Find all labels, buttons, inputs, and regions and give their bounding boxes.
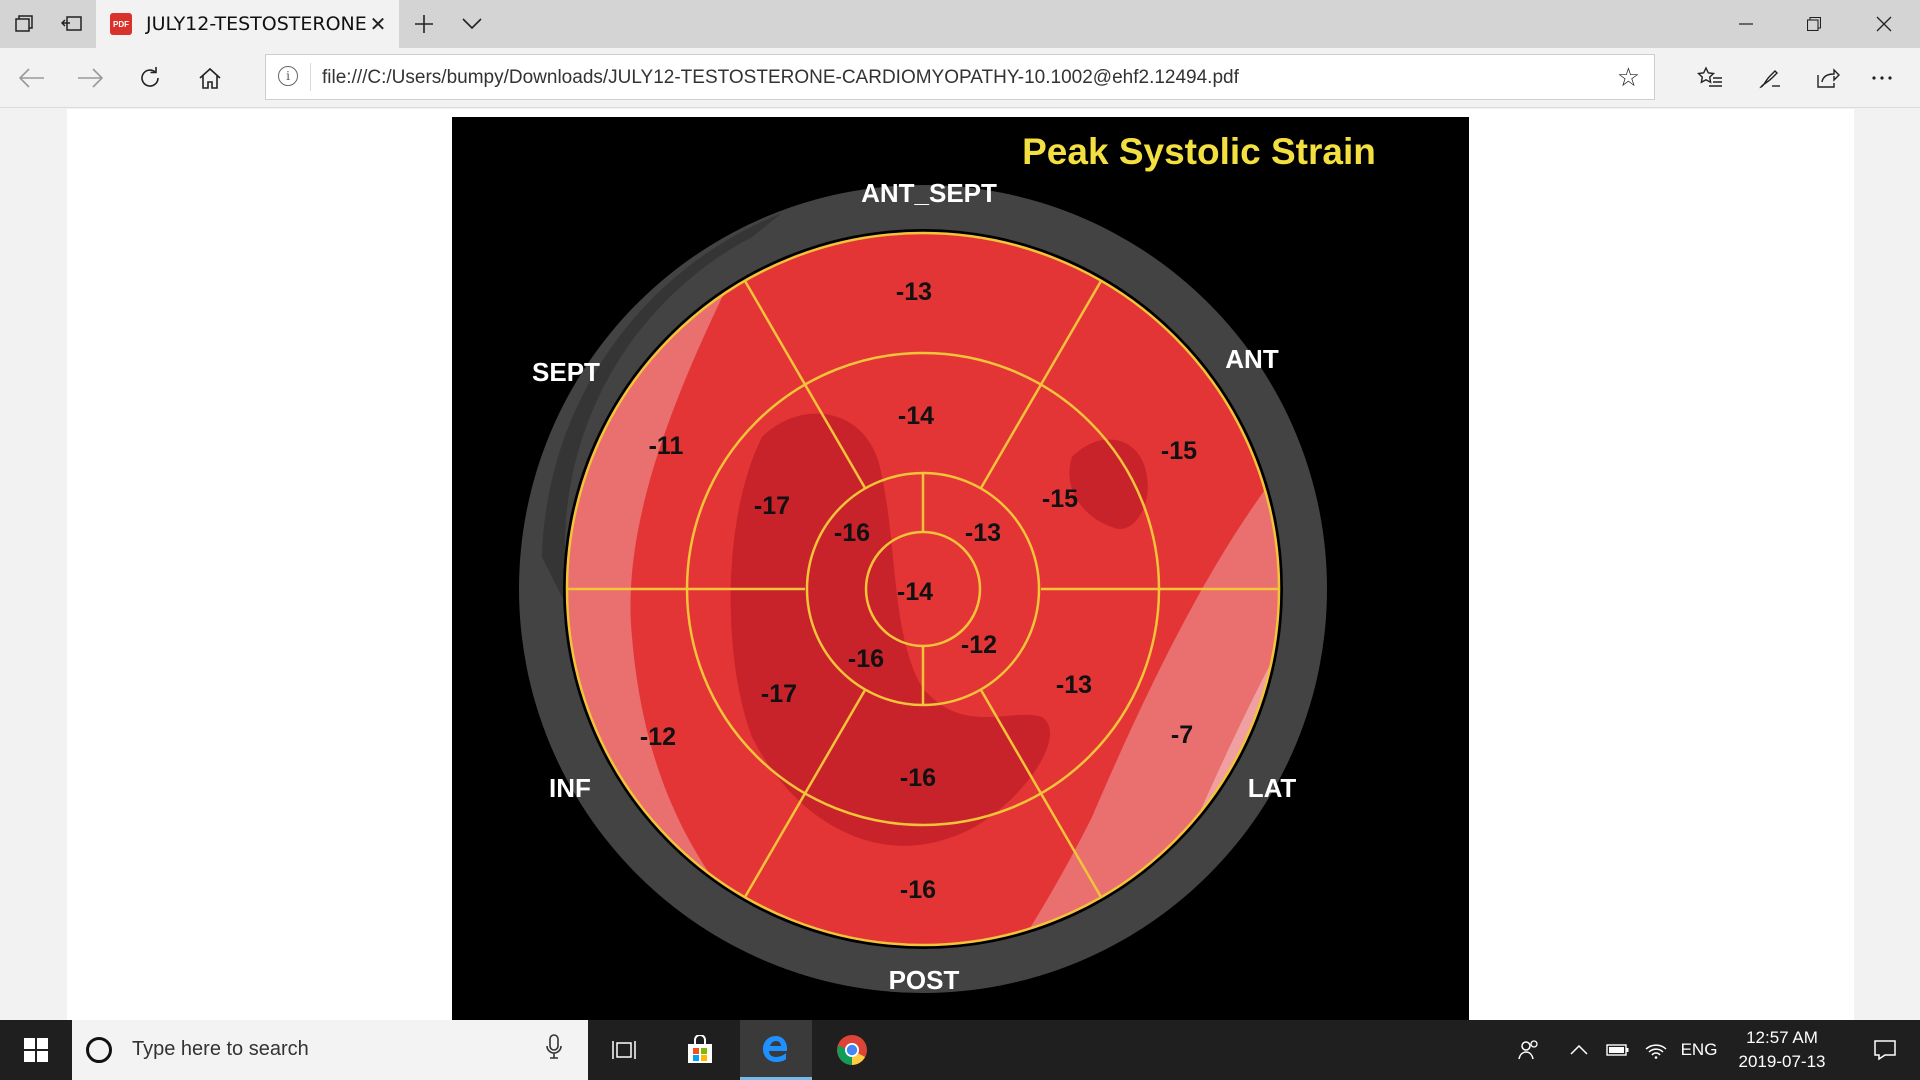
taskbar: Type here to search ENG 12:57 AM 2019-07… xyxy=(0,1020,1920,1080)
battery-icon[interactable] xyxy=(1600,1020,1636,1080)
tab-close-icon[interactable]: ✕ xyxy=(358,0,398,48)
tab-preview-chevron-down-icon[interactable] xyxy=(448,0,496,48)
value-mid-ant-sept: -14 xyxy=(898,402,934,430)
navigation-toolbar: i file:///C:/Users/bumpy/Downloads/JULY1… xyxy=(0,48,1920,108)
task-view-icon[interactable] xyxy=(588,1020,660,1080)
title-bar: PDF JULY12-TESTOSTERONE ✕ xyxy=(0,0,1920,48)
microphone-icon[interactable] xyxy=(546,1034,562,1066)
value-basal-ant-sept: -13 xyxy=(896,278,932,306)
add-notes-pen-icon[interactable] xyxy=(1746,54,1794,102)
home-icon[interactable] xyxy=(186,54,234,102)
figure-title: Peak Systolic Strain xyxy=(1022,131,1376,172)
address-separator xyxy=(310,63,311,91)
clock-time: 12:57 AM xyxy=(1746,1028,1818,1047)
value-mid-inf: -17 xyxy=(761,680,797,708)
wifi-icon[interactable] xyxy=(1638,1020,1674,1080)
more-ellipsis-icon[interactable] xyxy=(1858,54,1906,102)
label-post: POST xyxy=(889,965,960,995)
microsoft-store-icon[interactable] xyxy=(664,1020,736,1080)
windows-start-button[interactable] xyxy=(0,1020,72,1080)
new-tab-icon[interactable] xyxy=(400,0,448,48)
tab-actions-icon[interactable] xyxy=(0,0,48,48)
value-apex: -14 xyxy=(897,578,933,606)
set-tabs-aside-icon[interactable] xyxy=(48,0,96,48)
value-apical-inf: -16 xyxy=(848,645,884,673)
tab-title: JULY12-TESTOSTERONE xyxy=(146,13,367,35)
value-apical-lat: -12 xyxy=(961,631,997,659)
value-basal-inf: -12 xyxy=(640,723,676,751)
show-hidden-icons-chevron-up-icon[interactable] xyxy=(1562,1020,1596,1080)
label-ant-sept: ANT_SEPT xyxy=(861,178,997,208)
site-info-icon[interactable]: i xyxy=(278,66,298,86)
value-apical-sept: -16 xyxy=(834,519,870,547)
share-icon[interactable] xyxy=(1804,54,1852,102)
minimize-icon[interactable] xyxy=(1712,0,1780,48)
bullseye-figure: Peak Systolic Strain ANT_SEPT ANT LAT PO… xyxy=(452,117,1469,1020)
refresh-icon[interactable] xyxy=(126,54,174,102)
back-arrow-icon[interactable] xyxy=(8,54,56,102)
edge-browser-icon[interactable] xyxy=(740,1020,812,1080)
label-lat: LAT xyxy=(1248,773,1297,803)
pdf-icon: PDF xyxy=(110,13,132,35)
value-basal-post: -16 xyxy=(900,876,936,904)
value-mid-lat: -13 xyxy=(1056,671,1092,699)
chrome-icon[interactable] xyxy=(816,1020,888,1080)
bullseye-plot: Peak Systolic Strain ANT_SEPT ANT LAT PO… xyxy=(519,131,1376,995)
value-basal-lat: -7 xyxy=(1171,721,1193,749)
label-inf: INF xyxy=(549,773,591,803)
search-placeholder: Type here to search xyxy=(132,1038,309,1060)
label-ant: ANT xyxy=(1225,344,1279,374)
restore-icon[interactable] xyxy=(1780,0,1848,48)
favorite-star-icon[interactable]: ☆ xyxy=(1617,62,1640,93)
action-center-icon[interactable] xyxy=(1850,1020,1920,1080)
windows-logo-icon xyxy=(24,1038,48,1062)
input-language[interactable]: ENG xyxy=(1676,1020,1722,1080)
value-mid-ant: -15 xyxy=(1042,485,1078,513)
value-mid-post: -16 xyxy=(900,764,936,792)
close-window-icon[interactable] xyxy=(1850,0,1918,48)
value-basal-ant: -15 xyxy=(1161,437,1197,465)
people-icon[interactable] xyxy=(1508,1020,1550,1080)
clock-date: 2019-07-13 xyxy=(1738,1052,1826,1071)
taskbar-search-box[interactable]: Type here to search xyxy=(72,1020,588,1080)
favorites-hub-icon[interactable] xyxy=(1686,54,1734,102)
value-basal-sept: -11 xyxy=(649,432,684,460)
address-bar[interactable]: i file:///C:/Users/bumpy/Downloads/JULY1… xyxy=(265,54,1655,100)
value-mid-sept: -17 xyxy=(754,492,790,520)
tab-active-pdf[interactable]: PDF JULY12-TESTOSTERONE ✕ xyxy=(96,0,399,48)
forward-arrow-icon[interactable] xyxy=(66,54,114,102)
cortana-icon xyxy=(86,1037,112,1063)
url-text[interactable]: file:///C:/Users/bumpy/Downloads/JULY12-… xyxy=(322,67,1239,89)
value-apical-ant: -13 xyxy=(965,519,1001,547)
system-clock[interactable]: 12:57 AM 2019-07-13 xyxy=(1722,1026,1842,1074)
label-sept: SEPT xyxy=(532,357,600,387)
